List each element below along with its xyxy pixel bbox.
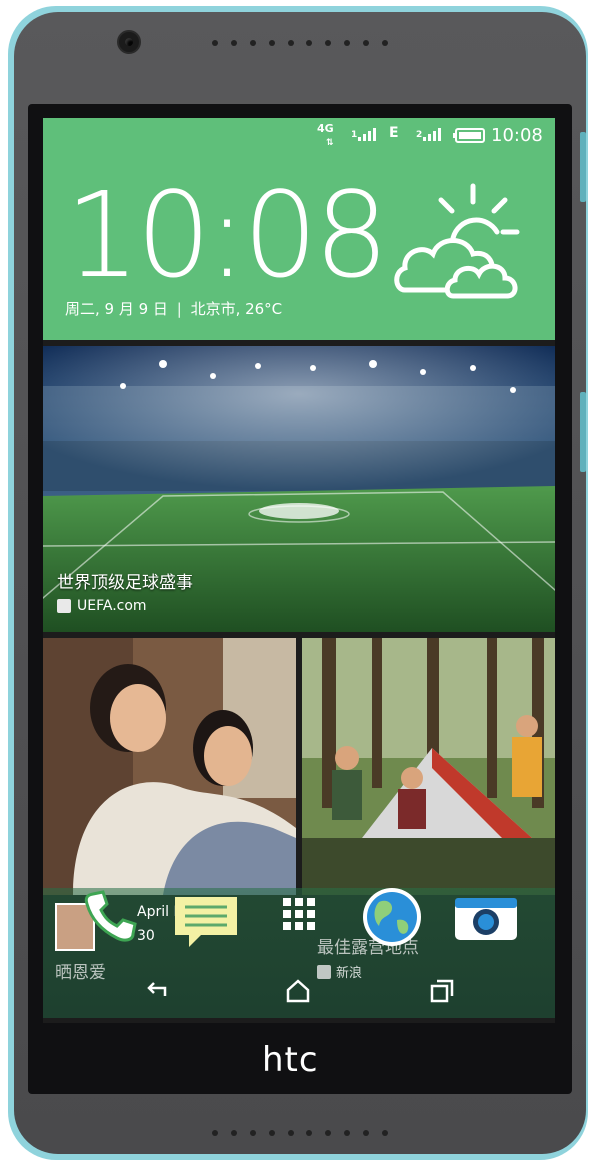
camera-icon[interactable]: [453, 896, 519, 942]
phone-icon[interactable]: [79, 886, 139, 946]
camping-photo: [302, 638, 555, 895]
data-arrows-icon: ⇅: [326, 138, 334, 148]
partly-cloudy-icon: [394, 183, 520, 299]
signal-strength-2-icon: [423, 128, 441, 141]
browser-icon[interactable]: [361, 886, 423, 948]
front-camera: [117, 30, 141, 54]
signal-strength-icon: [358, 128, 376, 141]
top-speaker: [212, 40, 388, 48]
data-type-label: E: [389, 125, 399, 141]
couple-photo: [43, 638, 296, 895]
date-location-line: 周二, 9 月 9 日 | 北京市, 26°C: [65, 298, 282, 319]
feed-card-couple[interactable]: [43, 638, 296, 895]
battery-icon: [453, 128, 485, 143]
status-bar: 4G ⇅ 1 E 2 10:08: [43, 118, 555, 152]
card-title: 世界顶级足球盛事: [57, 573, 193, 593]
app-drawer-icon[interactable]: [281, 896, 317, 932]
bottom-speaker: [212, 1130, 388, 1138]
volume-down-button[interactable]: [580, 392, 586, 472]
volume-up-button[interactable]: [580, 132, 586, 202]
feed-card-camping[interactable]: [302, 638, 555, 895]
weather-clock-widget[interactable]: 4G ⇅ 1 E 2 10:08 10:08 周二, 9 月 9 日 | 北京市…: [43, 118, 555, 340]
uefa-logo-icon: [57, 599, 71, 613]
home-icon[interactable]: [283, 976, 313, 1006]
back-icon[interactable]: [141, 976, 171, 1006]
feed-card-uefa[interactable]: 世界顶级足球盛事 UEFA.com: [43, 346, 555, 632]
recents-icon[interactable]: [427, 976, 457, 1006]
navigation-bar: [43, 966, 555, 1016]
network-type: 4G: [317, 122, 334, 135]
divider: |: [176, 300, 182, 318]
date-text: 周二, 9 月 9 日: [65, 300, 168, 318]
brand-logo: htc: [262, 1040, 319, 1080]
home-screen: 4G ⇅ 1 E 2 10:08 10:08 周二, 9 月 9 日 | 北京市…: [43, 118, 555, 1023]
location-temp-text: 北京市, 26°C: [190, 300, 283, 318]
source-name: UEFA.com: [77, 598, 147, 614]
contact-count: 30: [137, 928, 155, 944]
clock-time: 10:08: [65, 166, 389, 304]
messages-icon[interactable]: [171, 893, 241, 953]
status-time: 10:08: [491, 125, 543, 146]
card-source: UEFA.com: [57, 598, 147, 614]
